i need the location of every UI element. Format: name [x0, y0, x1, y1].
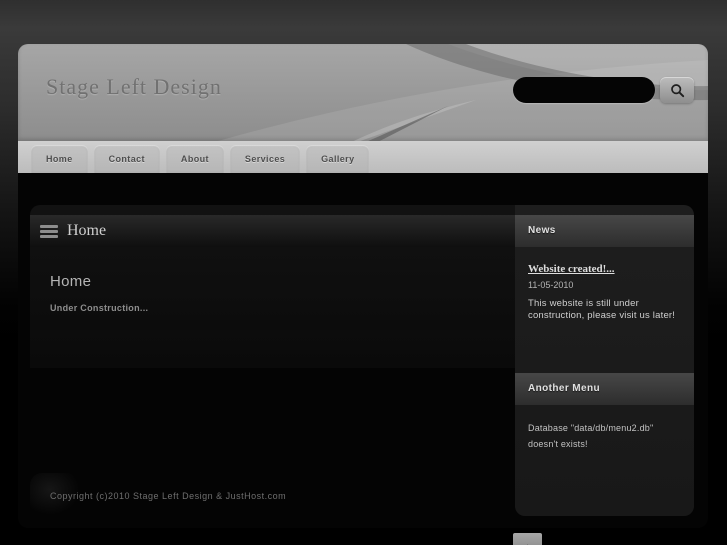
- nav-tab-gallery[interactable]: Gallery: [306, 145, 370, 173]
- menu-hamburger-icon: [40, 224, 58, 238]
- content-panel: Home Home Under Construction...: [30, 205, 515, 368]
- nav-tab-home[interactable]: Home: [31, 145, 88, 173]
- menu-error-text: Database "data/db/menu2.db" doesn't exis…: [528, 423, 654, 449]
- news-section-header: News: [515, 215, 694, 247]
- page-heading: Home: [50, 273, 92, 290]
- news-item-text: This website is still under construction…: [528, 298, 676, 322]
- news-section-body: Website created!... 11-05-2010 This webs…: [515, 247, 694, 363]
- news-item-link[interactable]: Website created!...: [528, 263, 615, 275]
- site-container: Stage Left Design Home Contact About Ser…: [18, 44, 708, 528]
- another-menu-section-header: Another Menu: [515, 373, 694, 405]
- site-logo: Stage Left Design: [46, 74, 222, 99]
- under-construction-text: Under Construction...: [50, 303, 149, 313]
- nav-tab-contact[interactable]: Contact: [93, 145, 160, 173]
- site-header: Stage Left Design: [18, 44, 708, 141]
- page: Stage Left Design Home Contact About Ser…: [0, 0, 727, 545]
- nav-tab-services[interactable]: Services: [229, 145, 301, 173]
- copyright-text: Copyright (c)2010 Stage Left Design & Ju…: [50, 491, 287, 501]
- search-button[interactable]: [660, 77, 694, 103]
- another-menu-section-body: Database "data/db/menu2.db" doesn't exis…: [515, 405, 694, 453]
- content-title: Home: [67, 222, 107, 239]
- nav-tab-about[interactable]: About: [165, 145, 224, 173]
- search-icon: [670, 83, 685, 98]
- sidebar: News Website created!... 11-05-2010 This…: [515, 205, 694, 516]
- search-input[interactable]: [513, 77, 655, 103]
- main-navigation: Home Contact About Services Gallery: [18, 141, 708, 173]
- main-area: Home Home Under Construction... News Web…: [18, 173, 708, 528]
- news-item-date: 11-05-2010: [528, 280, 574, 290]
- scroll-to-top-button[interactable]: ▲: [513, 533, 542, 545]
- content-titlebar: Home: [30, 215, 515, 247]
